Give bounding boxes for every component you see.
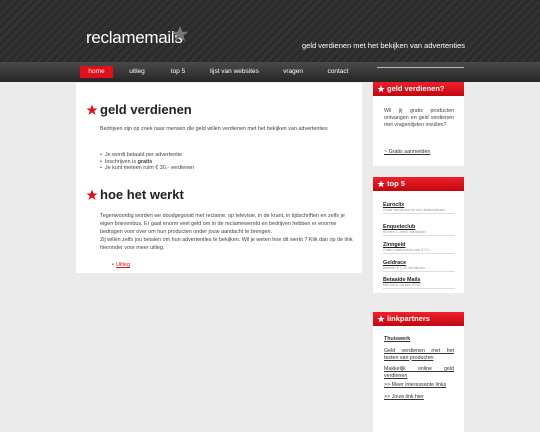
linkpartner-link[interactable]: Makkelijk online geld verdienen — [384, 366, 454, 379]
star-icon — [377, 180, 385, 188]
site-tagline: geld verdienen met het bekijken van adve… — [302, 41, 466, 50]
linkpartner-link[interactable]: Geld verdienen met het testen van produc… — [384, 348, 454, 361]
list-item[interactable]: Enqueteclub Binnen 1 week uitbetaald — [383, 224, 455, 236]
nav-contact[interactable]: contact — [322, 66, 354, 78]
section-intro: Bedrijven zijn op zoek naar mensen die g… — [100, 126, 328, 132]
star-icon — [377, 315, 385, 323]
red-star-icon — [86, 189, 98, 200]
site-logo[interactable]: reclamemails — [86, 28, 183, 48]
site-header: reclamemails geld verdienen met het beki… — [0, 0, 540, 62]
star-icon — [171, 25, 189, 42]
your-link-here-link[interactable]: >> Jouw link hier — [384, 394, 454, 401]
nav-divider — [377, 67, 464, 68]
list-item[interactable]: Betaalde Mails Met kans op een iPod — [383, 277, 455, 289]
list-item[interactable]: Geldrace Meteen € 1,25 verdienen — [383, 260, 455, 272]
nav-home[interactable]: home — [80, 66, 113, 78]
nav-lijst-van-websites[interactable]: lijst van websites — [207, 66, 262, 78]
sidebar-heading-geld-verdienen: geld verdienen? — [373, 82, 464, 96]
sidebar-signup-text: Wil jij gratis producten ontvangen en ge… — [384, 108, 454, 128]
main-navigation: home uitleg top 5 lijst van websites vra… — [0, 62, 540, 82]
sidebar-heading-top-5: top 5 — [373, 177, 464, 191]
top-item-desc: Meteen € 1,25 verdienen — [383, 266, 426, 270]
gratis-aanmelden-link[interactable]: ~ Gratis aanmelden — [384, 149, 430, 155]
benefits-list: Je wordt betaald per advertentie Inschri… — [100, 152, 194, 172]
list-item[interactable]: Euroclix Goed verdienen en een betrouwba… — [383, 202, 455, 214]
nav-vragen[interactable]: vragen — [278, 66, 308, 78]
nav-top-5[interactable]: top 5 — [163, 66, 193, 78]
sidebar-box-signup — [373, 96, 464, 166]
section-title-geld-verdienen: geld verdienen — [100, 102, 192, 117]
top-item-desc: Binnen 1 week uitbetaald — [383, 230, 426, 234]
top-item-desc: Gratis cadeaubon van € 10,- — [383, 248, 431, 252]
more-links-link[interactable]: >> Meer interessante links — [384, 382, 454, 389]
red-star-icon — [86, 104, 98, 115]
nav-uitleg[interactable]: uitleg — [122, 66, 152, 78]
sidebar-heading-linkpartners: linkpartners — [373, 312, 464, 326]
list-item: Je kunt meteen ruim € 30,- verdienen — [100, 165, 194, 172]
section-title-hoe-het-werkt: hoe het werkt — [100, 187, 184, 202]
list-item[interactable]: Zinngeld Gratis cadeaubon van € 10,- — [383, 242, 455, 254]
star-icon — [377, 85, 385, 93]
top-item-desc: Goed verdienen en een betrouwbaar — [383, 208, 445, 212]
linkpartner-link[interactable]: Thuiswerk — [384, 336, 454, 343]
uitleg-link[interactable]: Uitleg — [112, 262, 130, 268]
section-paragraph: Tegenwoordig worden we doodgegooid met r… — [100, 213, 353, 251]
top-item-desc: Met kans op een iPod — [383, 283, 420, 287]
